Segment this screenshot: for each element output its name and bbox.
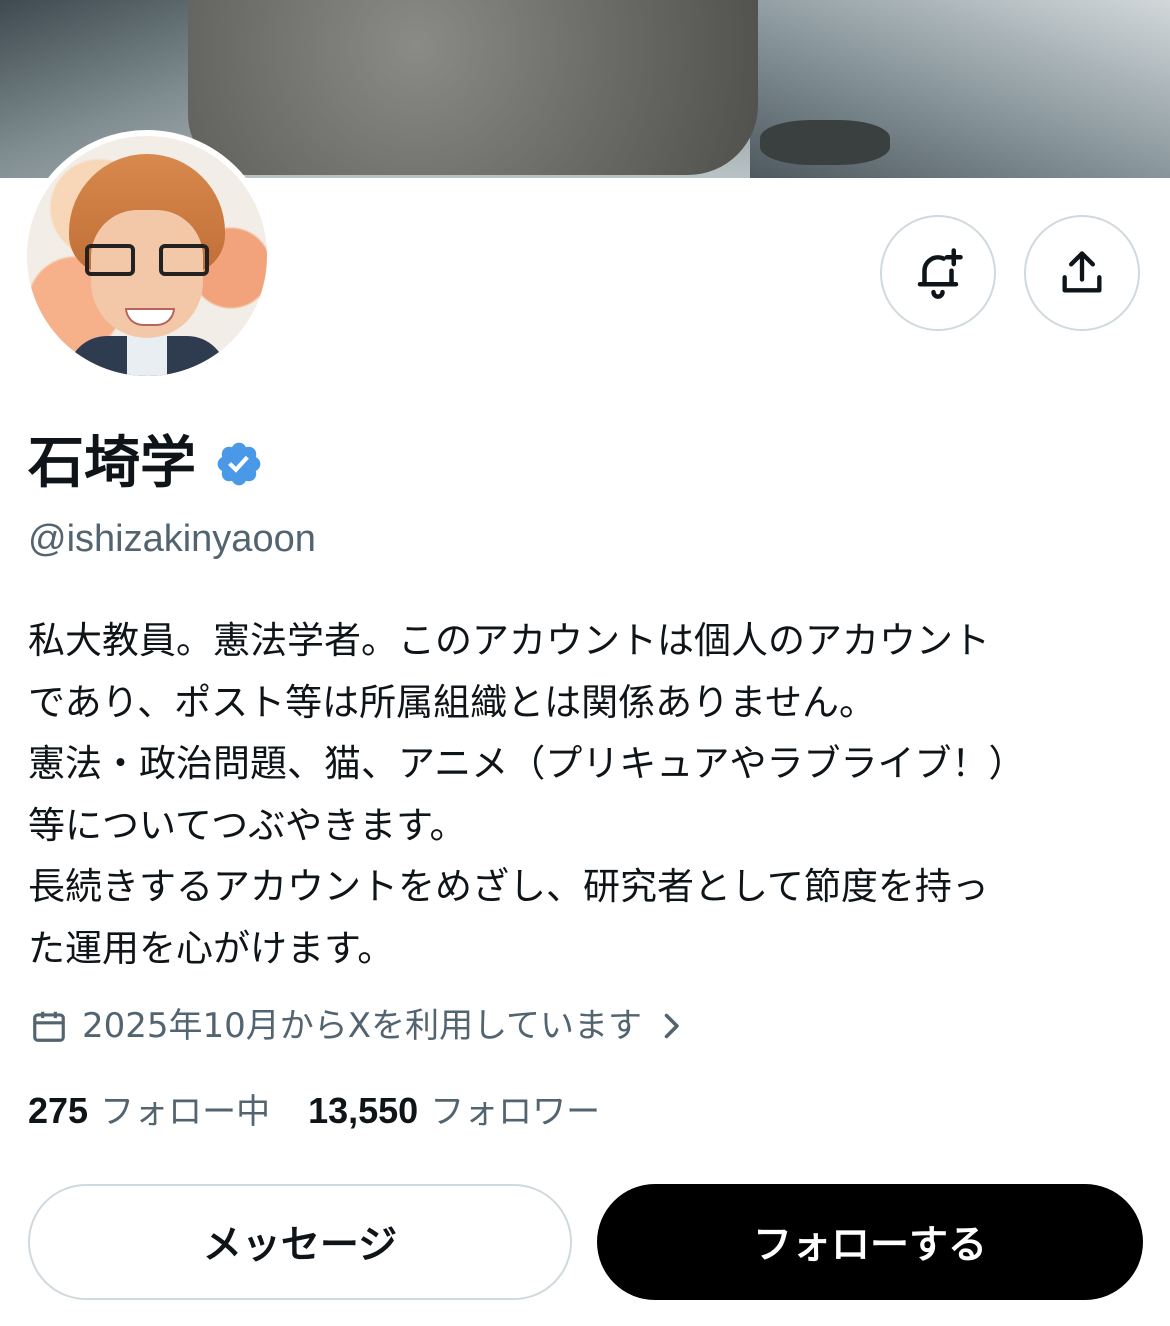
following-link[interactable]: 275 フォロー中 bbox=[28, 1086, 270, 1137]
bell-plus-icon bbox=[917, 248, 963, 299]
banner-debris bbox=[760, 120, 890, 165]
bio: 私大教員。憲法学者。このアカウントは個人のアカウント であり、ポスト等は所属組織… bbox=[28, 619, 1026, 970]
followers-link[interactable]: 13,550 フォロワー bbox=[308, 1086, 600, 1137]
share-icon bbox=[1062, 251, 1102, 293]
share-button[interactable] bbox=[1024, 215, 1140, 331]
name-row: 石埼学 bbox=[28, 428, 264, 500]
joined-text: 2025年10月からXを利用しています bbox=[82, 1006, 643, 1046]
following-count: 275 bbox=[28, 1090, 89, 1131]
display-name: 石埼学 bbox=[28, 431, 196, 496]
followers-count: 13,550 bbox=[308, 1090, 419, 1131]
handle: @ishizakinyaoon bbox=[28, 518, 316, 560]
chevron-right-icon bbox=[664, 1013, 679, 1039]
joined-date-row[interactable]: 2025年10月からXを利用しています bbox=[30, 1001, 698, 1051]
notify-button[interactable] bbox=[880, 215, 996, 331]
avatar[interactable] bbox=[21, 130, 273, 382]
follow-stats: 275 フォロー中 13,550 フォロワー bbox=[28, 1086, 600, 1137]
verified-badge-icon[interactable] bbox=[214, 439, 264, 489]
message-button[interactable]: メッセージ bbox=[28, 1184, 572, 1300]
follow-button[interactable]: フォローする bbox=[597, 1184, 1143, 1300]
avatar-image bbox=[27, 136, 267, 376]
followers-label: フォロワー bbox=[430, 1092, 601, 1132]
following-label: フォロー中 bbox=[100, 1092, 271, 1132]
calendar-icon bbox=[33, 1011, 65, 1042]
banner-rock bbox=[188, 0, 758, 175]
